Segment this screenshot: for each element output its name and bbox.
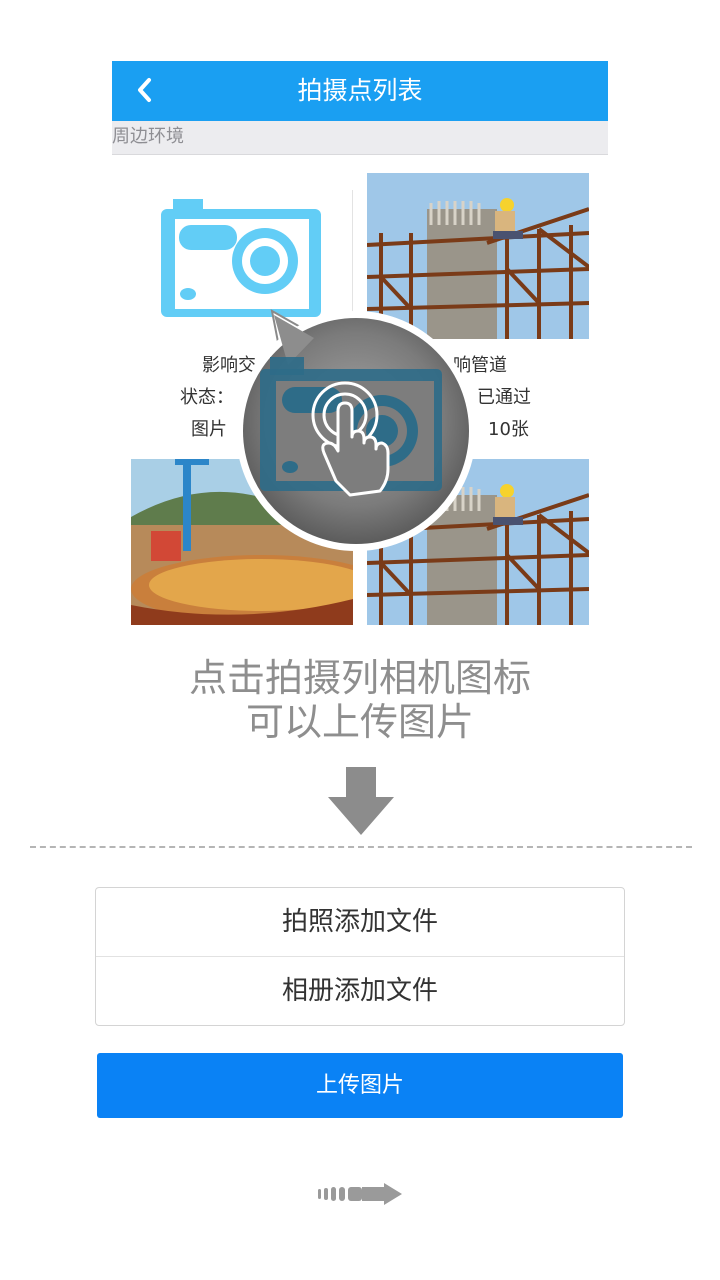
section-header: 周边环境 bbox=[112, 121, 608, 155]
tile-status-right: 已通过 bbox=[477, 387, 531, 408]
instruction-line-1: 点击拍摄列相机图标 bbox=[188, 656, 531, 700]
camera-upload-tile[interactable] bbox=[161, 199, 323, 319]
page-title: 拍摄点列表 bbox=[297, 76, 423, 105]
album-option[interactable]: 相册添加文件 bbox=[96, 957, 624, 1025]
swipe-arrow-icon bbox=[318, 1182, 402, 1206]
take-photo-option[interactable]: 拍照添加文件 bbox=[96, 888, 624, 957]
add-file-options: 拍照添加文件 相册添加文件 bbox=[95, 887, 625, 1026]
header-bar: 拍摄点列表 bbox=[112, 61, 608, 121]
section-label: 周边环境 bbox=[112, 126, 184, 147]
tile-status-left: 状态： bbox=[180, 387, 234, 408]
tap-hint-magnifier bbox=[232, 303, 480, 555]
camera-icon bbox=[161, 199, 321, 317]
tile-pictures-left: 图片 bbox=[191, 419, 227, 440]
divider-dashed bbox=[30, 846, 692, 848]
instruction-text: 点击拍摄列相机图标 可以上传图片 bbox=[0, 656, 720, 744]
arrow-down-icon bbox=[326, 767, 396, 837]
instruction-line-2: 可以上传图片 bbox=[245, 700, 474, 744]
upload-button[interactable]: 上传图片 bbox=[97, 1053, 623, 1118]
tile-pictures-right: 10张 bbox=[488, 419, 529, 440]
